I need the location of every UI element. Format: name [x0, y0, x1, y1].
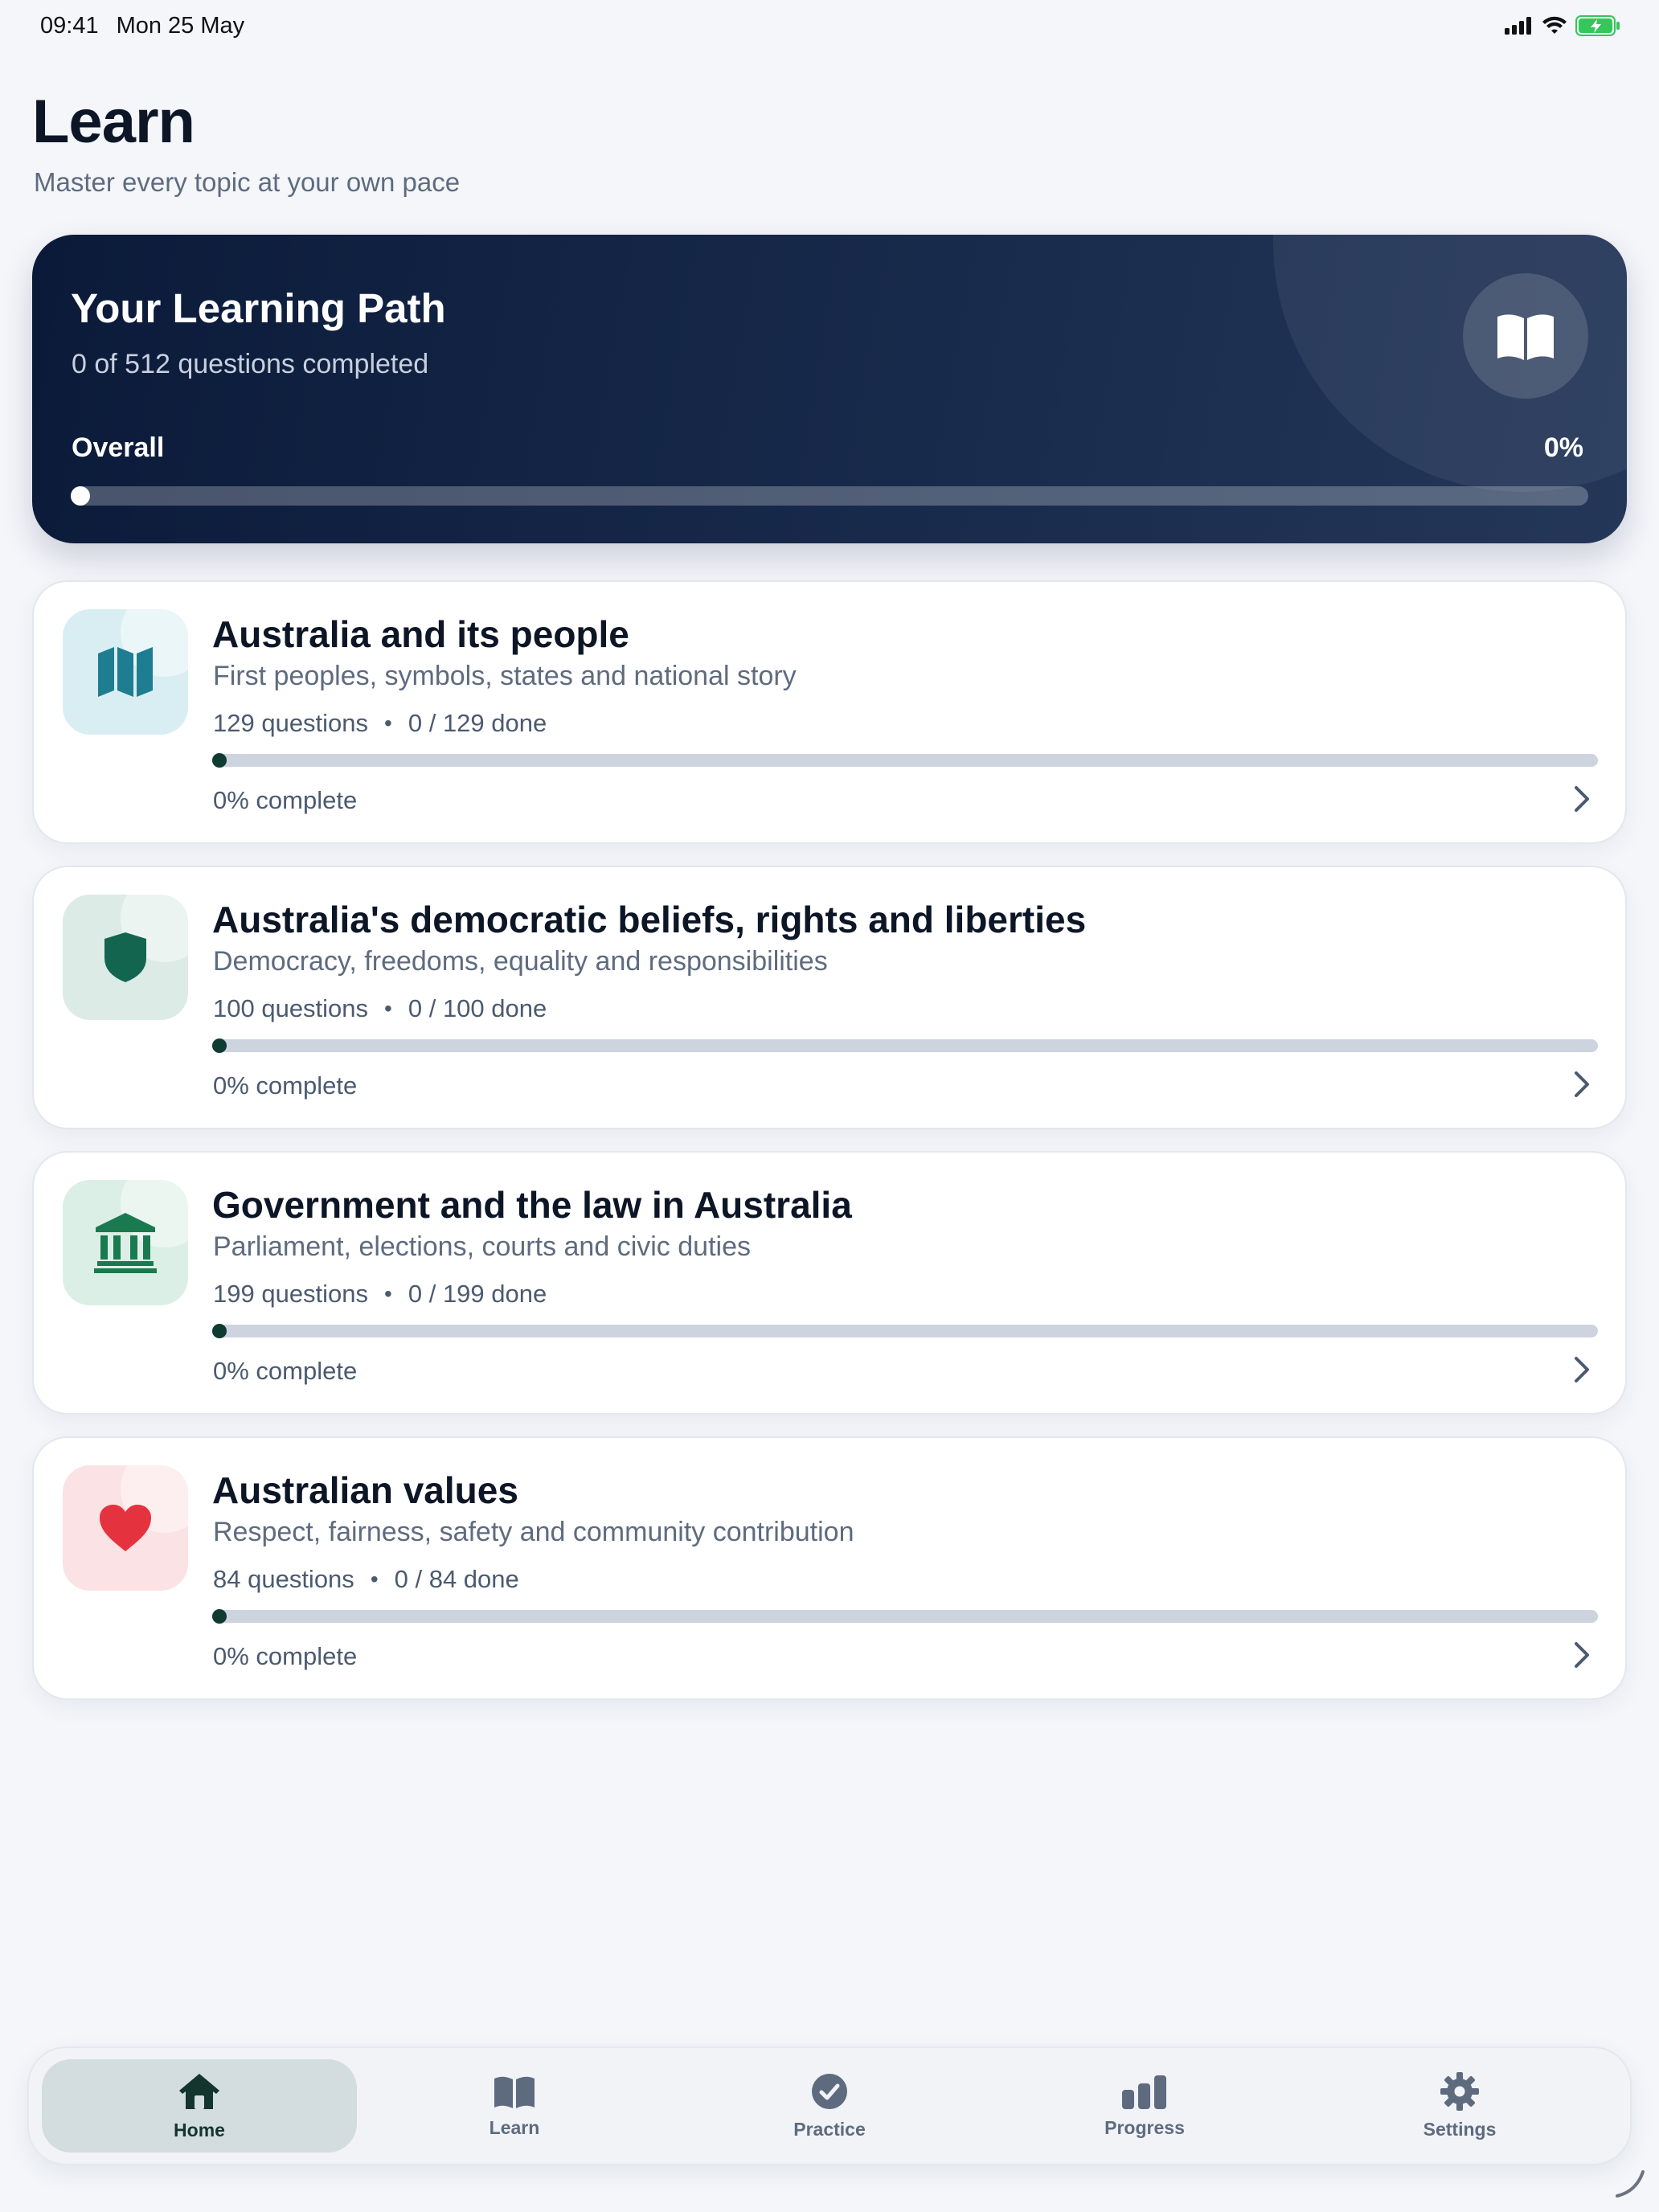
topic-progress-bar: [212, 1324, 1598, 1338]
page-subtitle: Master every topic at your own pace: [34, 167, 461, 197]
tab-bar: Home Learn Practice Progress Settings: [27, 2046, 1632, 2165]
open-book-icon: [1463, 273, 1588, 399]
status-time: 09:41: [40, 12, 99, 39]
parliament-building-icon: [63, 1180, 188, 1305]
topic-percent-complete: 0% complete: [213, 786, 358, 814]
overall-progress-fill: [71, 486, 90, 506]
topic-card-australian-values[interactable]: Australian values Respect, fairness, saf…: [32, 1436, 1627, 1700]
status-icons: [1505, 15, 1620, 36]
map-icon: [63, 609, 188, 735]
tab-progress[interactable]: Progress: [987, 2059, 1302, 2153]
topic-meta: 199 questions • 0 / 199 done: [213, 1280, 547, 1309]
topic-progress-fill: [212, 1038, 227, 1053]
learning-path-card: Your Learning Path 0 of 512 questions co…: [32, 235, 1627, 543]
tab-label: Practice: [793, 2118, 866, 2140]
chevron-right-icon[interactable]: [1566, 1354, 1598, 1386]
topic-card-australia-people[interactable]: Australia and its people First peoples, …: [32, 580, 1627, 844]
tab-learn[interactable]: Learn: [357, 2059, 672, 2153]
gear-icon: [1440, 2071, 1479, 2111]
topic-description: Respect, fairness, safety and community …: [213, 1517, 854, 1547]
topic-percent-complete: 0% complete: [213, 1071, 358, 1100]
topic-done-count: 0 / 199 done: [408, 1280, 547, 1308]
topic-percent-complete: 0% complete: [213, 1357, 358, 1385]
topic-card-government-law[interactable]: Government and the law in Australia Parl…: [32, 1151, 1627, 1415]
topic-done-count: 0 / 84 done: [394, 1565, 519, 1593]
checkmark-circle-icon: [812, 2073, 847, 2109]
chevron-right-icon[interactable]: [1566, 1068, 1598, 1100]
topic-title: Australian values: [212, 1469, 518, 1511]
cellular-signal-icon: [1505, 17, 1531, 35]
topic-progress-fill: [212, 753, 227, 768]
bar-chart-icon: [1122, 2075, 1166, 2109]
topic-question-count: 84 questions: [213, 1565, 354, 1593]
topic-meta: 129 questions • 0 / 129 done: [213, 709, 547, 738]
topic-card-democratic-beliefs[interactable]: Australia's democratic beliefs, rights a…: [32, 866, 1627, 1129]
topic-title: Australia's democratic beliefs, rights a…: [212, 899, 1087, 940]
chevron-right-icon[interactable]: [1566, 783, 1598, 815]
tab-label: Learn: [489, 2116, 540, 2138]
topic-meta: 100 questions • 0 / 100 done: [213, 994, 547, 1023]
status-date: Mon 25 May: [116, 12, 245, 39]
battery-charging-icon: [1575, 15, 1620, 36]
separator-dot: •: [384, 1281, 392, 1306]
overall-label: Overall: [72, 432, 165, 463]
separator-dot: •: [384, 711, 392, 735]
topic-percent-complete: 0% complete: [213, 1642, 358, 1670]
topic-progress-bar: [212, 1038, 1598, 1053]
learning-path-title: Your Learning Path: [71, 285, 446, 331]
tab-practice[interactable]: Practice: [672, 2059, 987, 2153]
topic-title: Australia and its people: [212, 613, 629, 655]
topic-meta: 84 questions • 0 / 84 done: [213, 1565, 519, 1594]
topic-progress-bar: [212, 1609, 1598, 1624]
page-title: Learn: [32, 88, 195, 156]
wifi-icon: [1542, 16, 1567, 34]
topic-question-count: 100 questions: [213, 994, 369, 1022]
tab-label: Home: [174, 2119, 225, 2140]
chevron-right-icon[interactable]: [1566, 1639, 1598, 1671]
book-icon: [494, 2076, 535, 2108]
topic-progress-fill: [212, 1609, 227, 1624]
topic-description: Parliament, elections, courts and civic …: [213, 1231, 751, 1262]
house-icon: [179, 2073, 219, 2109]
separator-dot: •: [384, 996, 392, 1021]
heart-icon: [63, 1465, 188, 1591]
topic-question-count: 199 questions: [213, 1280, 369, 1308]
topic-title: Government and the law in Australia: [212, 1184, 852, 1226]
home-indicator-icon: [1616, 2170, 1645, 2198]
topic-question-count: 129 questions: [213, 709, 369, 737]
status-bar: 09:41 Mon 25 May: [0, 0, 1659, 51]
tab-home[interactable]: Home: [42, 2059, 357, 2153]
topic-progress-fill: [212, 1324, 227, 1338]
topic-progress-bar: [212, 753, 1598, 768]
overall-percent: 0%: [1543, 432, 1583, 463]
overall-progress-bar: [71, 486, 1588, 506]
shield-icon: [63, 895, 188, 1020]
tab-settings[interactable]: Settings: [1302, 2059, 1617, 2153]
status-time-date: 09:41 Mon 25 May: [40, 13, 244, 39]
tab-label: Settings: [1423, 2118, 1497, 2140]
topic-done-count: 0 / 129 done: [408, 709, 547, 737]
topic-done-count: 0 / 100 done: [408, 994, 547, 1022]
topic-description: Democracy, freedoms, equality and respon…: [213, 946, 828, 977]
tab-label: Progress: [1104, 2116, 1185, 2138]
learning-path-subtitle: 0 of 512 questions completed: [72, 349, 429, 379]
separator-dot: •: [370, 1567, 379, 1591]
topic-description: First peoples, symbols, states and natio…: [213, 661, 797, 691]
